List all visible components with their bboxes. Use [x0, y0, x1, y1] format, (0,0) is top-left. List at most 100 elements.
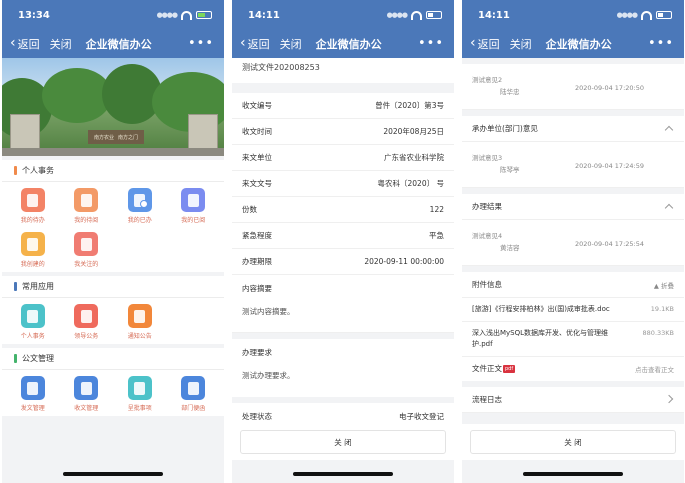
doc-title: 测试文件202008253	[232, 58, 454, 83]
signal-icon: ●●●●	[616, 11, 638, 19]
home-indicator[interactable]	[63, 472, 163, 476]
app-leader-affairs[interactable]: 领导公务	[60, 304, 114, 340]
wifi-icon	[411, 10, 422, 20]
dept-letter-icon	[181, 376, 206, 400]
app-incoming-doc[interactable]: 收文管理	[60, 376, 114, 412]
back-button[interactable]: ‹ 返回	[240, 36, 270, 52]
app-my-done[interactable]: 我的已办	[113, 188, 167, 224]
status-time: 14:11	[248, 9, 280, 21]
chevron-up-icon	[664, 125, 674, 135]
close-link[interactable]: 关闭	[510, 36, 532, 52]
personal-affairs-grid: 我的待办 我的待阅 我的已办 我的已阅 我创建的 我关注的	[2, 182, 224, 272]
followed-icon	[74, 232, 99, 256]
summary-block: 内容摘要 测试内容摘要。	[232, 275, 454, 333]
section-personal-affairs: 个人事务	[2, 160, 224, 182]
app-my-created[interactable]: 我创建的	[6, 232, 60, 268]
page-title: 企业微信办公	[545, 38, 612, 51]
close-link[interactable]: 关闭	[50, 36, 72, 52]
status-bar: 14:11 ●●●●	[232, 0, 454, 30]
app-approval[interactable]: 呈批事项	[113, 376, 167, 412]
attachment-item[interactable]: 深入浅出MySQL数据库开发、优化与管理维护.pdf 880.33KB	[462, 321, 684, 357]
close-link[interactable]: 关闭	[280, 36, 302, 52]
to-read-icon	[74, 188, 99, 212]
app-notice[interactable]: 通知公告	[113, 304, 167, 340]
section-common-apps: 常用应用	[2, 276, 224, 298]
close-button[interactable]: 关 闭	[240, 430, 446, 454]
gate-sign: 南方农业 南方之门	[88, 130, 144, 144]
battery-icon	[656, 11, 672, 19]
phone-screen-home: 13:34 ●●●● ‹ 返回 关闭 企业微信办公 ••• 南方农业 南方之门 个…	[2, 0, 224, 483]
field-row: 办理期限 2020-09-11 00:00:00	[232, 249, 454, 275]
opinion-item: 测试意见4 黄洁容 2020-09-04 17:25:54	[462, 220, 684, 266]
field-row: 收文编号 曾件〔2020〕第3号	[232, 93, 454, 119]
common-apps-grid: 个人事务 领导公务 通知公告	[2, 298, 224, 344]
field-row: 收文时间 2020年08月25日	[232, 119, 454, 145]
status-bar: 13:34 ●●●●	[2, 0, 224, 30]
created-icon	[20, 232, 45, 256]
signal-icon: ●●●●	[386, 11, 408, 19]
field-row: 来文文号 粤农科〔2020〕 号	[232, 171, 454, 197]
field-row: 紧急程度 平急	[232, 223, 454, 249]
incoming-doc-icon	[74, 376, 99, 400]
result-header[interactable]: 办理结果	[462, 194, 684, 220]
page-title: 企业微信办公	[85, 38, 152, 51]
more-icon[interactable]: •••	[418, 36, 444, 51]
todo-icon	[20, 188, 45, 212]
attachments-header: 附件信息 ▲ 折叠	[462, 272, 684, 298]
app-outgoing-doc[interactable]: 发文管理	[6, 376, 60, 412]
battery-icon	[426, 11, 442, 19]
back-button[interactable]: ‹ 返回	[470, 36, 500, 52]
home-indicator[interactable]	[293, 472, 393, 476]
flow-log-row[interactable]: 流程日志	[462, 386, 684, 413]
nav-bar: ‹ 返回 关闭 企业微信办公 •••	[2, 30, 224, 58]
phone-screen-opinions: 14:11 ●●●● ‹ 返回 关闭 企业微信办公 ••• 测试意见2 陆华忠 2…	[462, 0, 684, 483]
leader-affairs-icon	[74, 304, 99, 328]
chevron-left-icon: ‹	[240, 35, 246, 51]
personal-affairs-icon	[20, 304, 45, 328]
wifi-icon	[181, 10, 192, 20]
app-dept-letter[interactable]: 部门便函	[167, 376, 221, 412]
campus-banner-image: 南方农业 南方之门	[2, 58, 224, 156]
outgoing-doc-icon	[20, 376, 45, 400]
chevron-right-icon	[664, 394, 674, 404]
doc-body-row: 文件正文 pdf 点击查看正文	[462, 356, 684, 381]
done-icon	[127, 188, 152, 212]
status-time: 14:11	[478, 9, 510, 21]
chevron-up-icon	[664, 203, 674, 213]
notice-icon	[127, 304, 152, 328]
chevron-left-icon: ‹	[470, 35, 476, 51]
field-row: 来文单位 广东省农业科学院	[232, 145, 454, 171]
phone-screen-doc-detail: 14:11 ●●●● ‹ 返回 关闭 企业微信办公 ••• 测试文件2020082…	[232, 0, 454, 483]
section-doc-management: 公文管理	[2, 348, 224, 370]
read-icon	[181, 188, 206, 212]
signal-icon: ●●●●	[156, 11, 178, 19]
app-my-to-read[interactable]: 我的待阅	[60, 188, 114, 224]
doc-management-grid: 发文管理 收文管理 呈批事项 部门便函	[2, 370, 224, 416]
status-bar: 14:11 ●●●●	[462, 0, 684, 30]
view-body-link[interactable]: 点击查看正文	[635, 364, 674, 374]
more-icon[interactable]: •••	[648, 36, 674, 51]
status-time: 13:34	[18, 9, 50, 21]
collapse-button[interactable]: ▲ 折叠	[654, 280, 674, 290]
more-icon[interactable]: •••	[188, 36, 214, 51]
opinion-item: 测试意见3 陈琴亭 2020-09-04 17:24:59	[462, 142, 684, 188]
home-indicator[interactable]	[523, 472, 623, 476]
wifi-icon	[641, 10, 652, 20]
close-button[interactable]: 关 闭	[470, 430, 676, 454]
nav-bar: ‹ 返回 关闭 企业微信办公 •••	[462, 30, 684, 58]
requirement-block: 办理要求 测试办理要求。	[232, 339, 454, 397]
app-personal-affairs[interactable]: 个人事务	[6, 304, 60, 340]
nav-bar: ‹ 返回 关闭 企业微信办公 •••	[232, 30, 454, 58]
opinion-item: 测试意见2 陆华忠 2020-09-04 17:20:50	[462, 64, 684, 110]
app-my-todo[interactable]: 我的待办	[6, 188, 60, 224]
app-my-followed[interactable]: 我关注的	[60, 232, 114, 268]
approval-icon	[127, 376, 152, 400]
chevron-left-icon: ‹	[10, 35, 16, 51]
back-button[interactable]: ‹ 返回	[10, 36, 40, 52]
field-row: 份数 122	[232, 197, 454, 223]
battery-icon	[196, 11, 212, 19]
dept-opinion-header[interactable]: 承办单位(部门)意见	[462, 116, 684, 142]
attachment-item[interactable]: [旅游]《行程安排柏林》出(国)成审批表.doc 19.1KB	[462, 298, 684, 322]
page-title: 企业微信办公	[315, 38, 382, 51]
app-my-read[interactable]: 我的已阅	[167, 188, 221, 224]
